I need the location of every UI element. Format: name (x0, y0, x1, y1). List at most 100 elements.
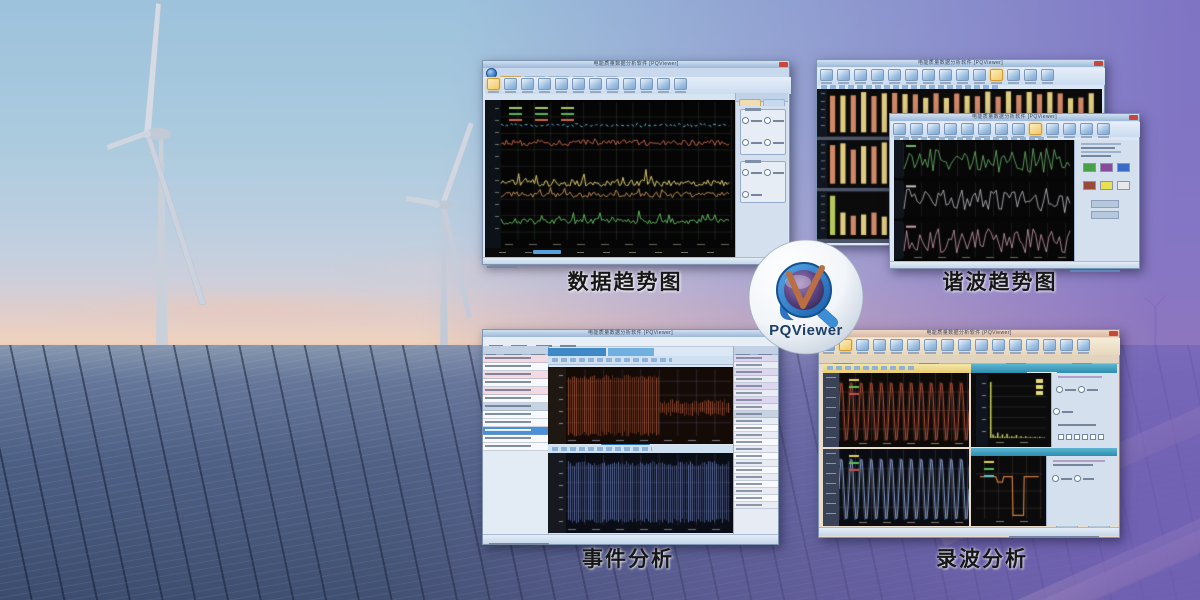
toolbar-icon[interactable] (1009, 339, 1022, 351)
list-row[interactable] (483, 355, 548, 363)
list-row[interactable] (734, 495, 778, 502)
toolbar-icon[interactable] (623, 78, 636, 90)
toolbar-icon[interactable] (1041, 69, 1054, 81)
toolbar-icon[interactable] (1026, 339, 1039, 351)
toolbar-icon[interactable] (1007, 69, 1020, 81)
field[interactable] (1058, 376, 1102, 378)
color-swatch[interactable] (1117, 181, 1130, 190)
toolbar-icon[interactable] (888, 69, 901, 81)
toolbar-icon[interactable] (939, 69, 952, 81)
toolbar-icon[interactable] (990, 69, 1003, 81)
radio-option[interactable] (1074, 470, 1094, 488)
toolbar-icon[interactable] (1043, 339, 1056, 351)
field[interactable] (1058, 424, 1096, 426)
panel-button[interactable] (1091, 200, 1119, 208)
list-row[interactable] (483, 363, 548, 371)
toolbar-icon[interactable] (1029, 123, 1042, 135)
radio-option[interactable] (1078, 381, 1098, 399)
toolbar-icon[interactable] (907, 339, 920, 351)
list-row[interactable] (483, 435, 548, 443)
list-row[interactable] (734, 474, 778, 481)
list-row[interactable] (483, 419, 548, 427)
toolbar-icon[interactable] (854, 69, 867, 81)
field[interactable] (1053, 460, 1105, 462)
color-swatch[interactable] (1117, 163, 1130, 172)
toolbar-icon[interactable] (961, 123, 974, 135)
list-row[interactable] (483, 371, 548, 379)
title-bar[interactable]: 电能质量数据分析软件 [PQViewer] (483, 330, 778, 337)
toolbar-icon[interactable] (538, 78, 551, 90)
list-row[interactable] (734, 404, 778, 411)
checkbox[interactable] (1082, 434, 1088, 440)
toolbar-icon[interactable] (905, 69, 918, 81)
event-list-header[interactable] (483, 346, 548, 355)
close-icon[interactable] (1129, 115, 1138, 120)
toolbar-icon[interactable] (956, 69, 969, 81)
panel-field[interactable] (1081, 143, 1121, 145)
tab-waveform[interactable] (548, 348, 606, 356)
list-row[interactable] (483, 411, 548, 419)
toolbar-icon[interactable] (572, 78, 585, 90)
list-row[interactable] (734, 355, 778, 362)
toolbar-icon[interactable] (1097, 123, 1110, 135)
checkbox[interactable] (1098, 434, 1104, 440)
list-row[interactable] (483, 395, 548, 403)
toolbar-icon[interactable] (893, 123, 906, 135)
title-bar[interactable]: 电能质量数据分析软件 [PQViewer] (483, 61, 789, 68)
radio-option[interactable] (764, 164, 784, 182)
list-row[interactable] (734, 425, 778, 432)
list-row[interactable] (734, 488, 778, 495)
toolbar-icon[interactable] (521, 78, 534, 90)
panel-field[interactable] (1081, 147, 1115, 149)
list-row[interactable] (734, 411, 778, 418)
toolbar-icon[interactable] (1046, 123, 1059, 135)
toolbar-icon[interactable] (1024, 69, 1037, 81)
color-swatch[interactable] (1083, 181, 1096, 190)
list-row[interactable] (734, 481, 778, 488)
panel-field[interactable] (1081, 155, 1111, 157)
checkbox[interactable] (1066, 434, 1072, 440)
radio-option[interactable] (742, 134, 762, 152)
toolbar-icon[interactable] (487, 78, 500, 90)
panel-button[interactable] (1091, 211, 1119, 219)
list-row[interactable] (483, 387, 548, 395)
close-icon[interactable] (779, 62, 788, 67)
toolbar-icon[interactable] (674, 78, 687, 90)
toolbar-icon[interactable] (1080, 123, 1093, 135)
toolbar-icon[interactable] (890, 339, 903, 351)
radio-option[interactable] (1052, 470, 1072, 488)
list-row[interactable] (483, 379, 548, 387)
list-row[interactable] (483, 443, 548, 451)
toolbar-icon[interactable] (871, 69, 884, 81)
list-row[interactable] (734, 446, 778, 453)
radio-option[interactable] (1053, 403, 1073, 421)
tab-rms[interactable] (608, 348, 654, 356)
list-row[interactable] (483, 403, 548, 411)
color-swatch[interactable] (1100, 163, 1113, 172)
list-row[interactable] (734, 453, 778, 460)
list-row[interactable] (734, 376, 778, 383)
toolbar-icon[interactable] (995, 123, 1008, 135)
close-icon[interactable] (1109, 331, 1118, 336)
toolbar-icon[interactable] (958, 339, 971, 351)
toolbar-icon[interactable] (1077, 339, 1090, 351)
checkbox[interactable] (1090, 434, 1096, 440)
radio-option[interactable] (742, 164, 762, 182)
toolbar-icon[interactable] (606, 78, 619, 90)
list-row[interactable] (734, 369, 778, 376)
radio-option[interactable] (764, 112, 784, 130)
ribbon-tab[interactable] (739, 99, 761, 106)
toolbar-icon[interactable] (837, 69, 850, 81)
ribbon-tab[interactable] (763, 99, 785, 106)
toolbar-icon[interactable] (1060, 339, 1073, 351)
title-bar[interactable]: 电能质量数据分析软件 [PQViewer] (817, 60, 1104, 67)
toolbar-icon[interactable] (640, 78, 653, 90)
radio-option[interactable] (742, 186, 762, 204)
list-row[interactable] (734, 362, 778, 369)
panel-field[interactable] (1081, 151, 1121, 153)
list-row[interactable] (734, 467, 778, 474)
toolbar-icon[interactable] (910, 123, 923, 135)
list-row[interactable] (734, 418, 778, 425)
list-row[interactable] (734, 460, 778, 467)
toolbar-icon[interactable] (1012, 123, 1025, 135)
